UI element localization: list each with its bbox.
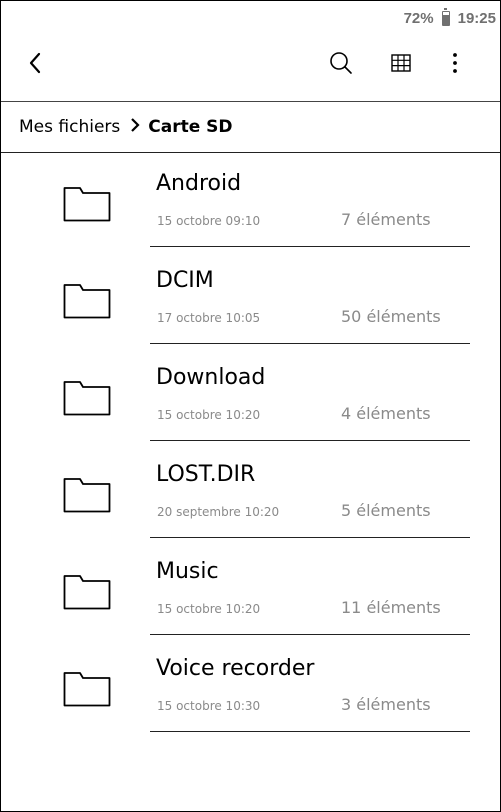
divider [150,440,470,441]
file-name: Music [156,559,219,584]
folder-icon [63,381,111,416]
file-name: Download [156,365,266,390]
battery-icon [441,7,450,26]
file-date: 15 octobre 10:20 [157,408,261,422]
divider [150,537,470,538]
file-count: 7 éléments [341,210,431,229]
breadcrumb-root[interactable]: Mes fichiers [19,117,120,137]
divider [150,246,470,247]
file-count: 4 éléments [341,404,431,423]
grid-view-button[interactable] [381,41,421,85]
file-count: 50 éléments [341,307,441,326]
search-icon [330,52,352,74]
toolbar [1,41,500,85]
chevron-right-icon [130,117,140,138]
file-list: Android 15 octobre 09:10 7 éléments DCIM… [1,161,500,743]
file-date: 17 octobre 10:05 [157,311,261,325]
divider [150,343,470,344]
folder-icon [63,575,111,610]
list-item[interactable]: LOST.DIR 20 septembre 10:20 5 éléments [1,452,500,549]
folder-icon [63,187,111,222]
folder-icon [63,672,111,707]
status-bar: 72% 19:25 [404,1,500,35]
file-date: 15 octobre 09:10 [157,214,261,228]
search-button[interactable] [320,41,360,85]
file-name: DCIM [156,268,214,293]
list-item[interactable]: Music 15 octobre 10:20 11 éléments [1,549,500,646]
file-date: 15 octobre 10:20 [157,602,261,616]
more-options-button[interactable] [435,41,475,85]
folder-icon [63,284,111,319]
file-count: 11 éléments [341,598,441,617]
clock: 19:25 [457,9,496,27]
grid-view-icon [391,54,411,72]
file-name: Voice recorder [156,656,315,681]
more-vertical-icon [453,53,457,73]
file-manager-screen: 72% 19:25 Mes fichiers Carte SD Android … [0,0,501,812]
back-button[interactable] [17,41,61,85]
chevron-left-icon [29,52,41,74]
file-count: 3 éléments [341,695,431,714]
file-date: 20 septembre 10:20 [157,505,280,519]
file-name: LOST.DIR [156,462,256,487]
divider [150,731,470,732]
battery-percent: 72% [403,9,434,27]
list-item[interactable]: Voice recorder 15 octobre 10:30 3 élémen… [1,646,500,743]
breadcrumb-current: Carte SD [148,117,233,137]
folder-icon [63,478,111,513]
breadcrumb: Mes fichiers Carte SD [1,101,500,153]
file-name: Android [156,171,242,196]
list-item[interactable]: DCIM 17 octobre 10:05 50 éléments [1,258,500,355]
divider [150,634,470,635]
file-count: 5 éléments [341,501,431,520]
list-item[interactable]: Android 15 octobre 09:10 7 éléments [1,161,500,258]
list-item[interactable]: Download 15 octobre 10:20 4 éléments [1,355,500,452]
file-date: 15 octobre 10:30 [157,699,261,713]
